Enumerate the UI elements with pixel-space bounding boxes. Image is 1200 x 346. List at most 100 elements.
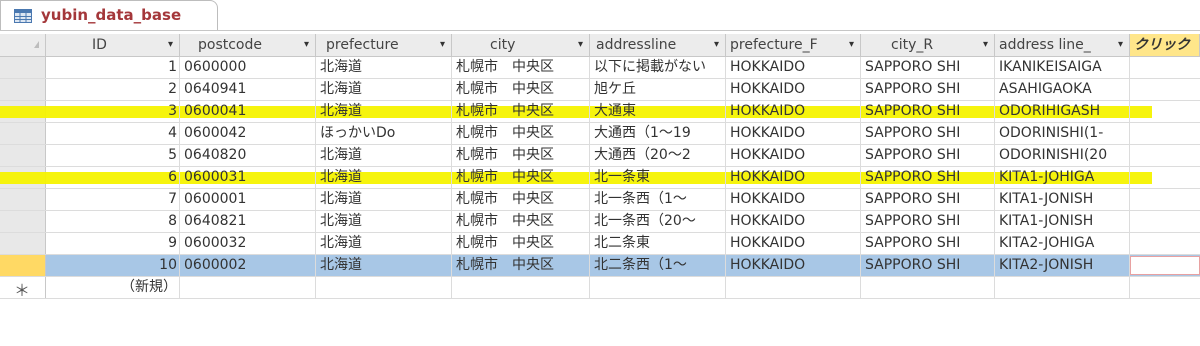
cell-city-r[interactable]: SAPPORO SHI [861, 101, 995, 122]
table-row[interactable]: 1 0600000 北海道 札幌市 中央区 以下に掲載がない HOKKAIDO SAPPOR… [0, 57, 1200, 79]
cell-postcode[interactable]: 0600001 [180, 189, 316, 210]
table-row[interactable]: 7 0600001 北海道 札幌市 中央区 北一条西（1〜 HOKKAIDO SAPPORO… [0, 189, 1200, 211]
cell-postcode[interactable]: 0640821 [180, 211, 316, 232]
sort-filter-dropdown-icon[interactable]: ▾ [1118, 34, 1123, 56]
cell-postcode[interactable]: 0600041 [180, 101, 316, 122]
cell-postcode[interactable]: 0640941 [180, 79, 316, 100]
table-tab[interactable]: yubin_data_base [0, 0, 218, 30]
cell-city-r[interactable]: SAPPORO SHI [861, 211, 995, 232]
cell-city-r[interactable]: SAPPORO SHI [861, 145, 995, 166]
cell-addressline[interactable]: 北二条西（1〜 [590, 255, 726, 276]
cell-prefecture[interactable]: 北海道 [316, 233, 452, 254]
cell-city-r[interactable]: SAPPORO SHI [861, 189, 995, 210]
cell-addressline[interactable]: 大通西（1〜19 [590, 123, 726, 144]
cell-prefecture-r[interactable]: HOKKAIDO [726, 189, 861, 210]
sort-filter-dropdown-icon[interactable]: ▾ [849, 34, 854, 56]
cell-addressline[interactable]: 以下に掲載がない [590, 57, 726, 78]
cell-id[interactable]: 8 [46, 211, 180, 232]
record-selector[interactable]: ＊ [0, 277, 46, 300]
cell-addressline[interactable]: 旭ケ丘 [590, 79, 726, 100]
sort-filter-dropdown-icon[interactable]: ▾ [440, 34, 445, 56]
column-header-id[interactable]: ID ▾ [46, 34, 180, 56]
cell-city-r[interactable]: SAPPORO SHI [861, 123, 995, 144]
cell-prefecture-r[interactable]: HOKKAIDO [726, 57, 861, 78]
cell-prefecture[interactable]: 北海道 [316, 145, 452, 166]
cell-prefecture[interactable]: 北海道 [316, 255, 452, 276]
record-selector[interactable] [0, 255, 46, 276]
cell-prefecture[interactable]: 北海道 [316, 211, 452, 232]
sort-filter-dropdown-icon[interactable]: ▾ [168, 34, 173, 56]
cell-city[interactable]: 札幌市 中央区 [452, 255, 590, 276]
cell-id[interactable]: 6 [46, 167, 180, 188]
new-record-id[interactable]: （新規） [46, 277, 180, 298]
cell-city-r[interactable]: SAPPORO SHI [861, 57, 995, 78]
cell-prefecture-r[interactable]: HOKKAIDO [726, 101, 861, 122]
table-row[interactable]: 4 0600042 ほっかいDo 札幌市 中央区 大通西（1〜19 HOKKAIDO SAP… [0, 123, 1200, 145]
cell-address-line-r[interactable]: KITA2-JONISH [995, 255, 1130, 276]
cell-city[interactable]: 札幌市 中央区 [452, 145, 590, 166]
column-header-city-r[interactable]: city_R ▾ [861, 34, 995, 56]
cell-address-line-r[interactable]: ASAHIGAOKA [995, 79, 1130, 100]
table-row[interactable]: 2 0640941 北海道 札幌市 中央区 旭ケ丘 HOKKAIDO SAPPORO SHI… [0, 79, 1200, 101]
cell-postcode[interactable]: 0600002 [180, 255, 316, 276]
cell-addressline[interactable]: 北一条東 [590, 167, 726, 188]
column-header-click-to-add[interactable]: クリック [1130, 34, 1200, 56]
cell-city[interactable]: 札幌市 中央区 [452, 57, 590, 78]
cell-id[interactable]: 7 [46, 189, 180, 210]
cell-postcode[interactable]: 0600000 [180, 57, 316, 78]
cell-city[interactable]: 札幌市 中央区 [452, 211, 590, 232]
record-selector[interactable] [0, 211, 46, 232]
cell-address-line-r[interactable]: KITA1-JOHIGA [995, 167, 1130, 188]
column-header-postcode[interactable]: postcode ▾ [180, 34, 316, 56]
table-row[interactable]: 9 0600032 北海道 札幌市 中央区 北二条東 HOKKAIDO SAPPORO SH… [0, 233, 1200, 255]
cell-prefecture-r[interactable]: HOKKAIDO [726, 79, 861, 100]
new-record-cell[interactable] [995, 277, 1130, 298]
column-header-prefecture-r[interactable]: prefecture_F ▾ [726, 34, 861, 56]
new-record-row[interactable]: ＊ （新規） [0, 277, 1200, 300]
sort-filter-dropdown-icon[interactable]: ▾ [983, 34, 988, 56]
cell-address-line-r[interactable]: ODORINISHI(1- [995, 123, 1130, 144]
new-record-cell[interactable] [452, 277, 590, 298]
cell-city[interactable]: 札幌市 中央区 [452, 189, 590, 210]
active-cell[interactable] [1130, 256, 1200, 275]
cell-address-line-r[interactable]: IKANIKEISAIGA [995, 57, 1130, 78]
cell-id[interactable]: 10 [46, 255, 180, 276]
cell-address-line-r[interactable]: ODORIHIGASH [995, 101, 1130, 122]
record-selector[interactable] [0, 123, 46, 144]
cell-addressline[interactable]: 北一条西（1〜 [590, 189, 726, 210]
cell-city-r[interactable]: SAPPORO SHI [861, 233, 995, 254]
record-selector[interactable] [0, 145, 46, 166]
cell-city-r[interactable]: SAPPORO SHI [861, 255, 995, 276]
table-row[interactable]: 8 0640821 北海道 札幌市 中央区 北一条西（20〜 HOKKAIDO SAPPOR… [0, 211, 1200, 233]
cell-address-line-r[interactable]: KITA1-JONISH [995, 189, 1130, 210]
sort-filter-dropdown-icon[interactable]: ▾ [304, 34, 309, 56]
new-record-cell[interactable] [861, 277, 995, 298]
column-header-addressline[interactable]: addressline ▾ [590, 34, 726, 56]
cell-prefecture-r[interactable]: HOKKAIDO [726, 233, 861, 254]
cell-postcode[interactable]: 0640820 [180, 145, 316, 166]
record-selector[interactable] [0, 233, 46, 254]
column-header-city[interactable]: city ▾ [452, 34, 590, 56]
record-selector[interactable] [0, 79, 46, 100]
cell-city-r[interactable]: SAPPORO SHI [861, 79, 995, 100]
new-record-cell[interactable] [316, 277, 452, 298]
cell-prefecture-r[interactable]: HOKKAIDO [726, 167, 861, 188]
table-row[interactable]: 5 0640820 北海道 札幌市 中央区 大通西（20〜2 HOKKAIDO SAPPOR… [0, 145, 1200, 167]
cell-id[interactable]: 3 [46, 101, 180, 122]
sort-filter-dropdown-icon[interactable]: ▾ [714, 34, 719, 56]
cell-city[interactable]: 札幌市 中央区 [452, 233, 590, 254]
cell-address-line-r[interactable]: KITA1-JONISH [995, 211, 1130, 232]
cell-id[interactable]: 2 [46, 79, 180, 100]
cell-prefecture[interactable]: ほっかいDo [316, 123, 452, 144]
cell-addressline[interactable]: 北二条東 [590, 233, 726, 254]
cell-prefecture[interactable]: 北海道 [316, 101, 452, 122]
cell-prefecture[interactable]: 北海道 [316, 79, 452, 100]
column-header-prefecture[interactable]: prefecture ▾ [316, 34, 452, 56]
table-row[interactable]: 6 0600031 北海道 札幌市 中央区 北一条東 HOKKAIDO SAPPORO SH… [0, 167, 1200, 189]
cell-city[interactable]: 札幌市 中央区 [452, 101, 590, 122]
cell-address-line-r[interactable]: ODORINISHI(20 [995, 145, 1130, 166]
cell-prefecture-r[interactable]: HOKKAIDO [726, 255, 861, 276]
new-record-cell[interactable] [726, 277, 861, 298]
select-all-corner[interactable] [0, 34, 46, 56]
cell-city-r[interactable]: SAPPORO SHI [861, 167, 995, 188]
